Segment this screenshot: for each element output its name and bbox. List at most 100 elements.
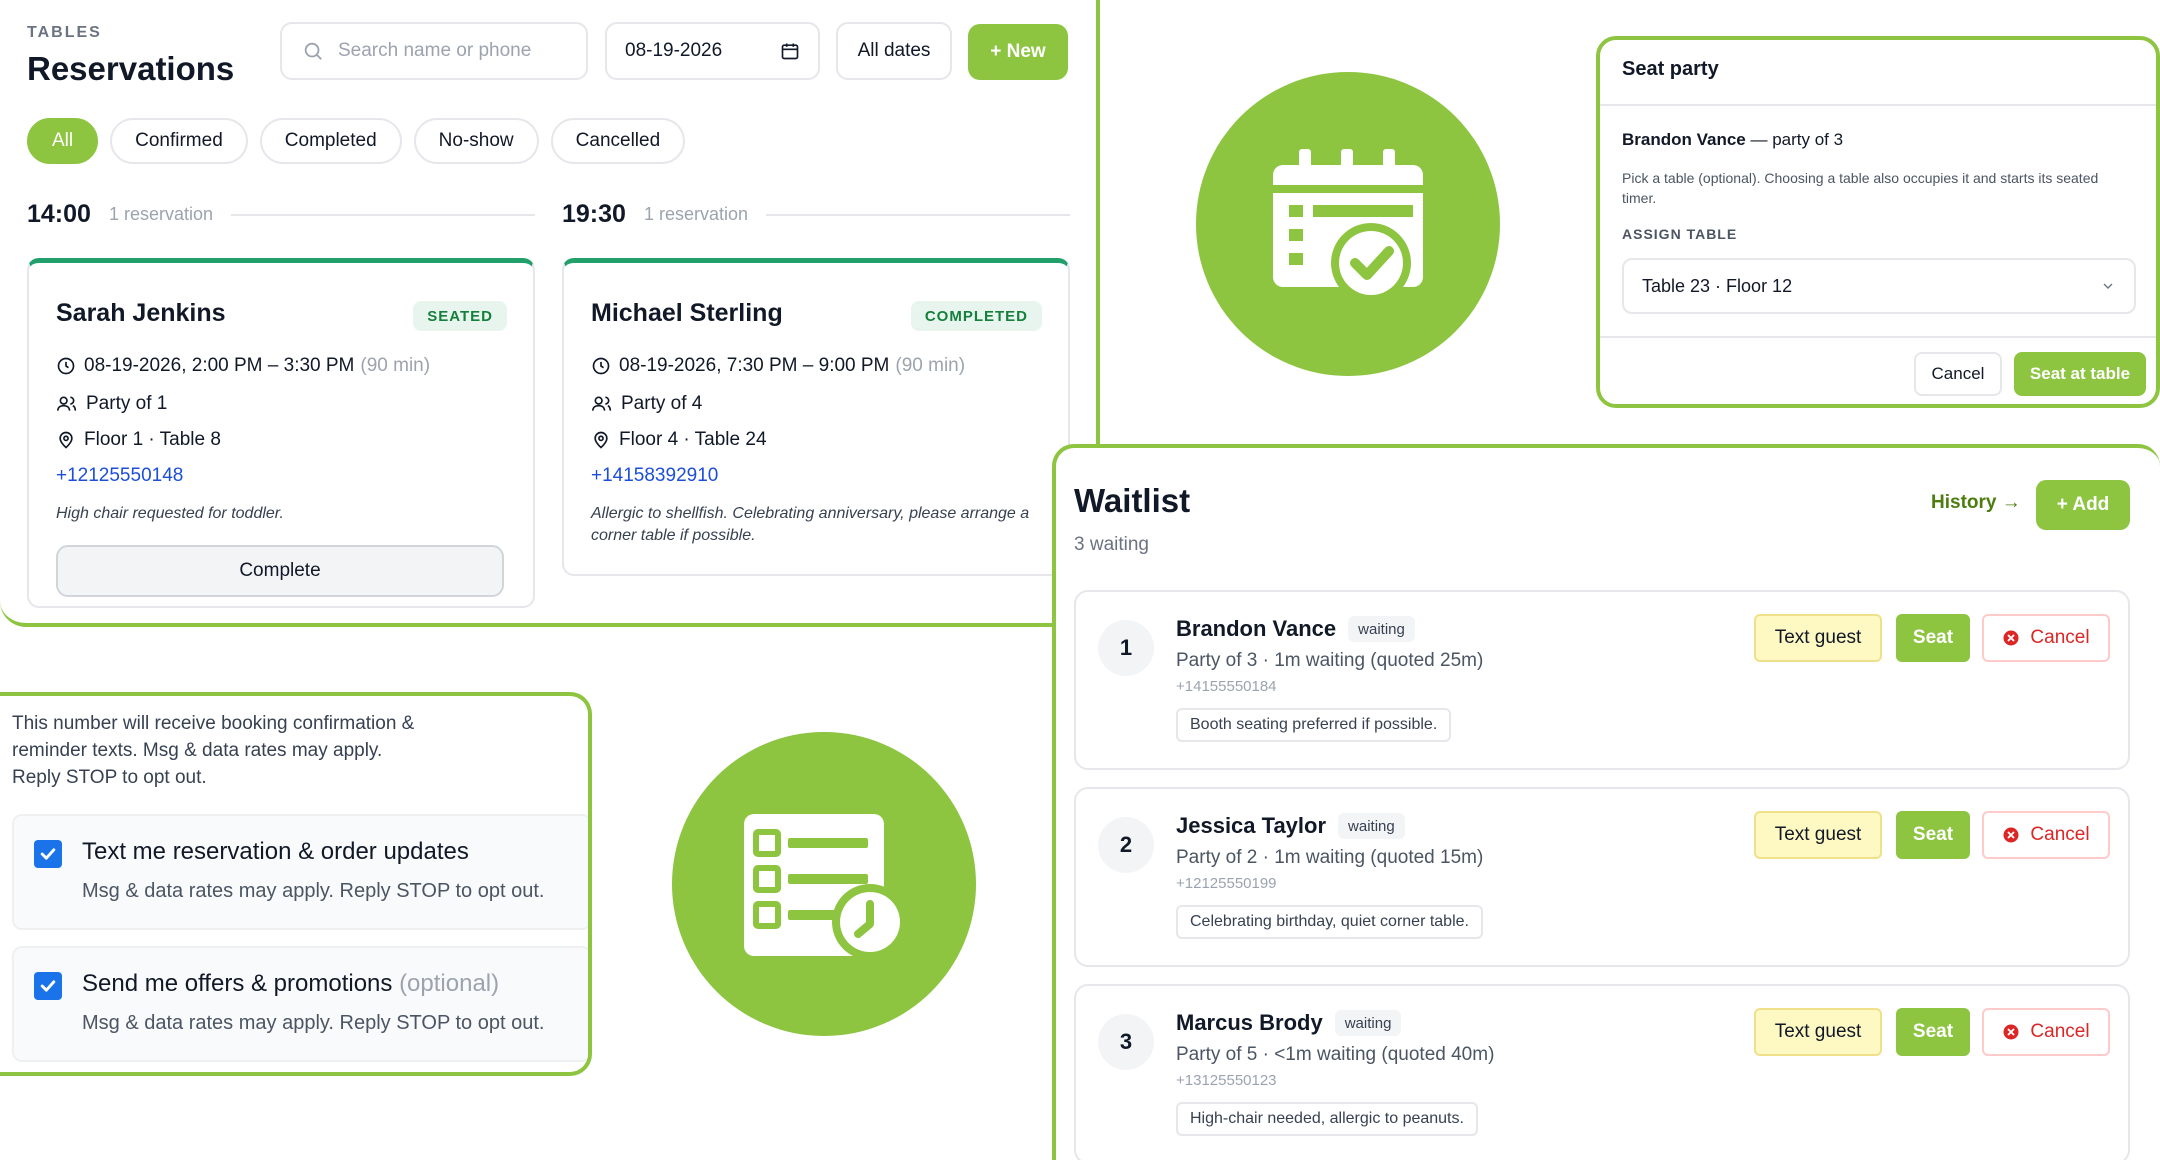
guest-note: Celebrating birthday, quiet corner table…	[1176, 905, 1483, 939]
time-slot-header: 19:30 1 reservation	[562, 200, 1070, 229]
search-icon	[304, 42, 322, 60]
guest-name: Michael Sterling	[591, 299, 783, 327]
filter-confirmed[interactable]: Confirmed	[110, 118, 248, 164]
consent-info-text: This number will receive booking confirm…	[12, 713, 415, 788]
close-circle-icon	[2003, 827, 2019, 843]
list-badge	[672, 732, 976, 1036]
seat-button[interactable]: Seat	[1896, 1008, 1970, 1056]
offers-checkbox[interactable]	[34, 972, 62, 1000]
reservation-time: 08-19-2026, 7:30 PM – 9:00 PM (90 min)	[591, 355, 965, 377]
seat-button[interactable]: Seat	[1896, 811, 1970, 859]
selected-table: Table 23 · Floor 12	[1642, 275, 1793, 296]
chevron-down-icon	[2103, 283, 2113, 289]
dialog-title: Seat party	[1600, 40, 2156, 106]
slot-time: 19:30	[562, 200, 626, 228]
slot-count: 1 reservation	[108, 204, 214, 224]
seat-at-table-button[interactable]: Seat at table	[2014, 352, 2146, 396]
dialog-guest: Brandon Vance — party of 3	[1622, 130, 1844, 149]
date-value: 08-19-2026	[625, 40, 723, 61]
slot-count: 1 reservation	[643, 204, 749, 224]
reservation-card[interactable]: Sarah Jenkins SEATED 08-19-2026, 2:00 PM…	[27, 258, 535, 608]
party-info: Party of 5 · <1m waiting (quoted 40m)	[1176, 1044, 1495, 1065]
party-size: Party of 1	[56, 393, 167, 415]
all-dates-button[interactable]: All dates	[836, 22, 952, 80]
filter-cancelled[interactable]: Cancelled	[550, 118, 686, 164]
dialog-help-text: Pick a table (optional). Choosing a tabl…	[1622, 170, 2099, 206]
updates-checkbox[interactable]	[34, 840, 62, 868]
guest-phone-link[interactable]: +12125550148	[56, 465, 183, 487]
queue-number: 1	[1098, 620, 1154, 676]
page-title: Reservations	[27, 50, 235, 87]
map-pin-icon	[594, 431, 608, 449]
close-circle-icon	[2003, 1024, 2019, 1040]
text-guest-button[interactable]: Text guest	[1754, 614, 1882, 662]
status-badge: waiting	[1348, 616, 1415, 642]
queue-number: 2	[1098, 817, 1154, 873]
filter-all[interactable]: All	[27, 118, 99, 164]
close-circle-icon	[2003, 630, 2019, 646]
new-reservation-button[interactable]: + New	[968, 24, 1068, 80]
optional-label: (optional)	[399, 970, 500, 997]
clock-icon	[57, 357, 75, 375]
cancel-button[interactable]: Cancel	[1982, 614, 2110, 662]
status-badge: waiting	[1338, 813, 1405, 839]
cancel-button[interactable]: Cancel	[1982, 811, 2110, 859]
party-info: Party of 3 · 1m waiting (quoted 25m)	[1176, 650, 1484, 671]
reservation-card[interactable]: Michael Sterling COMPLETED 08-19-2026, 7…	[562, 258, 1070, 576]
waitlist-count: 3 waiting	[1074, 534, 1149, 555]
status-badge: waiting	[1334, 1010, 1402, 1036]
complete-button[interactable]: Complete	[56, 545, 504, 597]
table-location: Floor 1 · Table 8	[56, 429, 221, 451]
section-label: TABLES	[27, 24, 102, 41]
table-location: Floor 4 · Table 24	[591, 429, 767, 451]
calendar-badge	[1196, 72, 1500, 376]
filter-completed[interactable]: Completed	[259, 118, 402, 164]
slot-divider	[231, 213, 535, 216]
text-guest-button[interactable]: Text guest	[1754, 1008, 1882, 1056]
guest-phone: +13125550123	[1176, 1072, 1277, 1089]
list-clock-icon	[744, 814, 908, 960]
text-guest-button[interactable]: Text guest	[1754, 811, 1882, 859]
reservation-note: Allergic to shellfish. Celebrating anniv…	[591, 505, 1030, 544]
guest-phone-link[interactable]: +14158392910	[591, 465, 718, 487]
users-icon	[57, 396, 77, 411]
search-input[interactable]: Search name or phone	[280, 22, 588, 80]
consent-option-offers[interactable]: Send me offers & promotions (optional) M…	[12, 946, 588, 1062]
add-waitlist-button[interactable]: + Add	[2036, 480, 2130, 530]
calendar-icon	[781, 43, 799, 60]
status-filters: All Confirmed Completed No-show Cancelle…	[27, 118, 686, 164]
reservations-panel: TABLES Reservations Search name or phone…	[0, 0, 1100, 627]
table-select[interactable]: Table 23 · Floor 12	[1622, 258, 2136, 314]
filter-no-show[interactable]: No-show	[413, 118, 539, 164]
guest-phone: +14155550184	[1176, 678, 1277, 695]
guest-name: Sarah Jenkins	[56, 299, 226, 327]
cancel-button[interactable]: Cancel	[1982, 1008, 2110, 1056]
option-subtext: Msg & data rates may apply. Reply STOP t…	[82, 880, 545, 902]
checkmark-icon	[40, 980, 56, 992]
guest-name: Brandon Vance waiting	[1176, 616, 1415, 642]
users-icon	[592, 396, 612, 411]
guest-name: Marcus Brody waiting	[1176, 1010, 1402, 1036]
date-picker[interactable]: 08-19-2026	[605, 22, 820, 80]
sms-consent-panel: This number will receive booking confirm…	[0, 692, 592, 1076]
waitlist-entry: 1 Brandon Vance waiting Party of 3 · 1m w…	[1074, 590, 2130, 770]
history-link[interactable]: History →	[1931, 492, 2021, 514]
guest-note: High-chair needed, allergic to peanuts.	[1176, 1102, 1478, 1136]
guest-phone: +12125550199	[1176, 875, 1277, 892]
party-size: Party of 4	[591, 393, 702, 415]
consent-option-updates[interactable]: Text me reservation & order updates Msg …	[12, 814, 588, 930]
cancel-button[interactable]: Cancel	[1914, 352, 2002, 396]
map-pin-icon	[59, 431, 73, 449]
guest-note: Booth seating preferred if possible.	[1176, 708, 1452, 742]
queue-number: 3	[1098, 1014, 1154, 1070]
waitlist-entry: 3 Marcus Brody waiting Party of 5 · <1m w…	[1074, 984, 2130, 1160]
option-title: Text me reservation & order updates	[82, 838, 469, 865]
waitlist-panel: Waitlist 3 waiting History → + Add 1 Bra…	[1052, 444, 2160, 1160]
status-badge: SEATED	[413, 301, 507, 331]
calendar-check-icon	[1273, 149, 1423, 303]
party-info: Party of 2 · 1m waiting (quoted 15m)	[1176, 847, 1484, 868]
slot-time: 14:00	[27, 200, 91, 228]
seat-button[interactable]: Seat	[1896, 614, 1970, 662]
slot-divider	[766, 213, 1070, 216]
status-badge: COMPLETED	[910, 301, 1042, 331]
